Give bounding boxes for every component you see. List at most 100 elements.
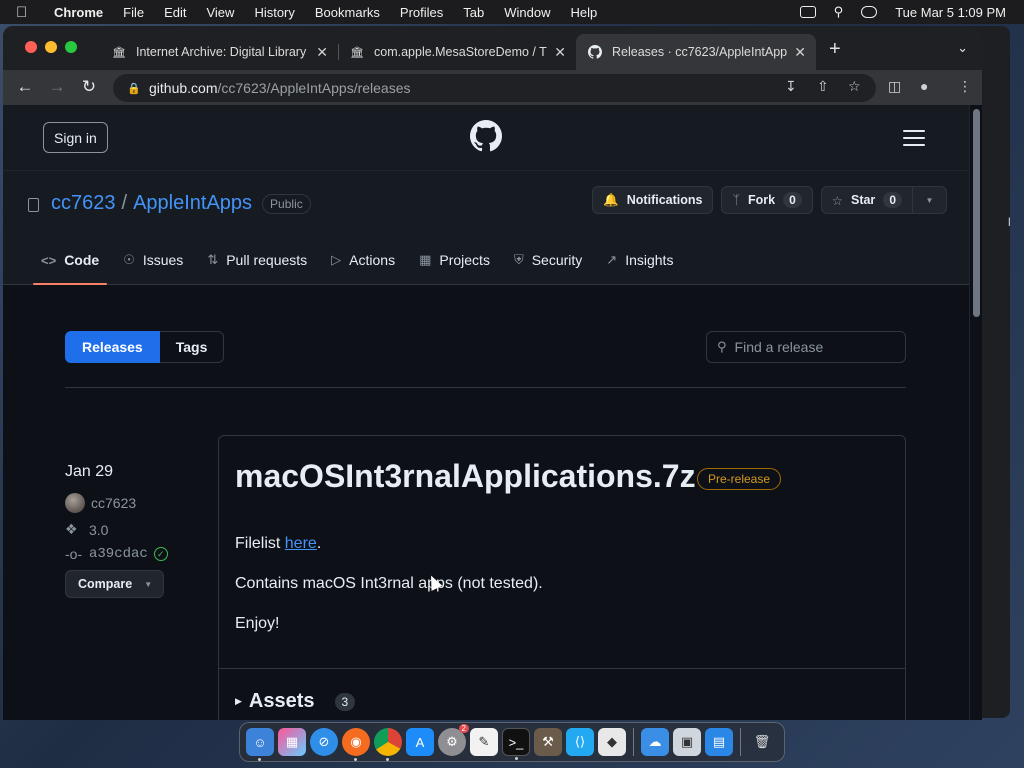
tab-projects[interactable]: ▦ Projects bbox=[411, 242, 498, 278]
menu-bookmarks[interactable]: Bookmarks bbox=[315, 5, 380, 20]
release-commit-row: -o- a39cdac ✓ bbox=[65, 546, 205, 562]
release-title[interactable]: macOSInt3rnalApplications.7z bbox=[235, 458, 696, 495]
firefox-icon[interactable]: ◉ bbox=[342, 728, 370, 761]
address-bar[interactable]: 🔒 github.com /cc7623/AppleIntApps/releas… bbox=[113, 74, 876, 102]
lock-icon[interactable]: 🔒 bbox=[127, 82, 141, 95]
verified-check-icon[interactable]: ✓ bbox=[153, 547, 168, 561]
star-count: 0 bbox=[883, 192, 902, 208]
safari-icon[interactable]: ⊘ bbox=[310, 728, 338, 756]
zoom-window-button[interactable] bbox=[65, 41, 77, 53]
release-commit[interactable]: a39cdac bbox=[89, 546, 148, 562]
finder-icon[interactable]: ☺ bbox=[246, 728, 274, 761]
menu-window[interactable]: Window bbox=[504, 5, 550, 20]
tab-insights[interactable]: ↗ Insights bbox=[598, 242, 681, 278]
graph-icon: ↗ bbox=[606, 252, 618, 267]
chrome-icon[interactable] bbox=[374, 728, 402, 761]
roblox-icon[interactable]: ◆ bbox=[598, 728, 626, 756]
menu-app-name[interactable]: Chrome bbox=[54, 5, 103, 20]
url-path: /cc7623/AppleIntApps/releases bbox=[217, 80, 411, 96]
repo-name-link[interactable]: AppleIntApps bbox=[133, 192, 252, 215]
release-body-line3: Enjoy! bbox=[235, 615, 280, 632]
control-center-icon[interactable] bbox=[861, 6, 878, 18]
fork-button[interactable]: ᛉ Fork 0 bbox=[721, 186, 813, 214]
chrome-menu-icon[interactable]: ⋮ bbox=[958, 78, 972, 95]
release-author[interactable]: cc7623 bbox=[91, 495, 136, 511]
release-tag[interactable]: 3.0 bbox=[89, 522, 108, 538]
tags-tab[interactable]: Tags bbox=[159, 331, 225, 363]
fork-label: Fork bbox=[747, 193, 776, 207]
releases-tab[interactable]: Releases bbox=[65, 331, 160, 363]
tab-bar: 🏛 Internet Archive: Digital Library ✕ 🏛 … bbox=[3, 26, 982, 70]
menu-profiles[interactable]: Profiles bbox=[400, 5, 443, 20]
tab-internet-archive[interactable]: 🏛 Internet Archive: Digital Library ✕ bbox=[100, 34, 338, 70]
repo-header: cc7623 / AppleIntApps Public 🔔 Notificat… bbox=[3, 171, 969, 285]
assets-label: Assets bbox=[248, 690, 315, 712]
sign-in-button[interactable]: Sign in bbox=[43, 122, 108, 153]
fork-count: 0 bbox=[783, 192, 802, 208]
menu-edit[interactable]: Edit bbox=[164, 5, 186, 20]
vscode-icon[interactable]: ⟨⟩ bbox=[566, 728, 594, 756]
find-release-field[interactable]: ⚲ bbox=[706, 331, 906, 363]
trash-icon[interactable]: 🗑 bbox=[748, 728, 776, 756]
icloud-icon[interactable]: ☁ bbox=[641, 728, 669, 756]
tab-releases[interactable]: Releases · cc7623/AppleIntApps ✕ bbox=[576, 34, 816, 70]
spotlight-search-icon[interactable]: ⚲ bbox=[834, 4, 844, 20]
menu-view[interactable]: View bbox=[206, 5, 234, 20]
apple-menu-icon[interactable]:  bbox=[16, 4, 36, 21]
archive-icon: 🏛 bbox=[350, 46, 364, 59]
tab-security[interactable]: ⛨ Security bbox=[506, 242, 590, 278]
tab-pull-requests[interactable]: ⇅ Pull requests bbox=[199, 242, 315, 278]
repo-owner-link[interactable]: cc7623 bbox=[51, 192, 116, 215]
reload-icon[interactable]: ↻ bbox=[79, 77, 99, 97]
close-tab-icon[interactable]: ✕ bbox=[554, 44, 566, 61]
menu-help[interactable]: Help bbox=[571, 5, 598, 20]
avatar[interactable] bbox=[65, 493, 85, 513]
find-release-input[interactable] bbox=[734, 339, 885, 355]
scrollbar-thumb[interactable] bbox=[973, 109, 980, 317]
tab-issues[interactable]: ☉ Issues bbox=[115, 242, 191, 278]
close-window-button[interactable] bbox=[25, 41, 37, 53]
tab-search-chevron-icon[interactable]: ⌄ bbox=[957, 40, 968, 56]
app-store-icon[interactable]: A bbox=[406, 728, 434, 756]
new-tab-icon[interactable]: + bbox=[829, 38, 841, 61]
github-logo-icon[interactable] bbox=[470, 120, 502, 152]
instruments-icon[interactable]: ⚒ bbox=[534, 728, 562, 756]
menu-history[interactable]: History bbox=[254, 5, 294, 20]
forward-icon[interactable]: → bbox=[47, 77, 67, 97]
star-button[interactable]: ☆ Star 0 bbox=[820, 186, 913, 214]
release-body-line1: Filelist here. bbox=[235, 534, 543, 554]
menu-clock[interactable]: Tue Mar 5 1:09 PM bbox=[895, 5, 1006, 20]
minimize-window-button[interactable] bbox=[45, 41, 57, 53]
release-tag-row: ❖ 3.0 bbox=[65, 521, 205, 538]
bookmark-star-icon[interactable]: ☆ bbox=[848, 78, 861, 95]
tab-mesastore[interactable]: 🏛 com.apple.MesaStoreDemo / T ✕ bbox=[338, 34, 576, 70]
assets-count: 3 bbox=[334, 692, 356, 711]
close-tab-icon[interactable]: ✕ bbox=[794, 44, 806, 61]
preview-icon[interactable]: ▣ bbox=[673, 728, 701, 756]
page-scrollbar[interactable] bbox=[969, 105, 982, 720]
textedit-icon[interactable]: ✎ bbox=[470, 728, 498, 756]
keynote-icon[interactable]: ▤ bbox=[705, 728, 733, 756]
tab-code[interactable]: <> Code bbox=[33, 242, 108, 285]
side-panel-icon[interactable]: ◫ bbox=[888, 78, 901, 95]
menu-tab[interactable]: Tab bbox=[463, 5, 484, 20]
launchpad-icon[interactable]: ▦ bbox=[278, 728, 306, 756]
star-dropdown-caret-icon[interactable]: ▼ bbox=[913, 186, 947, 214]
install-app-icon[interactable]: ↧ bbox=[785, 78, 797, 95]
profile-icon[interactable]: ● bbox=[920, 78, 928, 94]
hamburger-menu-icon[interactable] bbox=[903, 130, 925, 151]
menu-file[interactable]: File bbox=[123, 5, 144, 20]
release-author-row: cc7623 bbox=[65, 493, 205, 513]
terminal-icon[interactable]: >_ bbox=[502, 728, 530, 760]
filelist-link[interactable]: here bbox=[285, 535, 317, 552]
back-icon[interactable]: ← bbox=[15, 77, 35, 97]
prerelease-badge: Pre-release bbox=[697, 468, 782, 490]
close-tab-icon[interactable]: ✕ bbox=[316, 44, 328, 61]
system-settings-icon[interactable]: ⚙ 2 bbox=[438, 724, 469, 756]
assets-toggle[interactable]: ▶ Assets 3 bbox=[235, 690, 356, 713]
share-icon[interactable]: ⇧ bbox=[817, 78, 829, 95]
screen-mirroring-icon[interactable] bbox=[799, 6, 816, 18]
tab-actions[interactable]: ▷ Actions bbox=[323, 242, 403, 278]
notifications-button[interactable]: 🔔 Notifications bbox=[592, 186, 714, 214]
compare-button[interactable]: Compare ▼ bbox=[65, 570, 164, 598]
